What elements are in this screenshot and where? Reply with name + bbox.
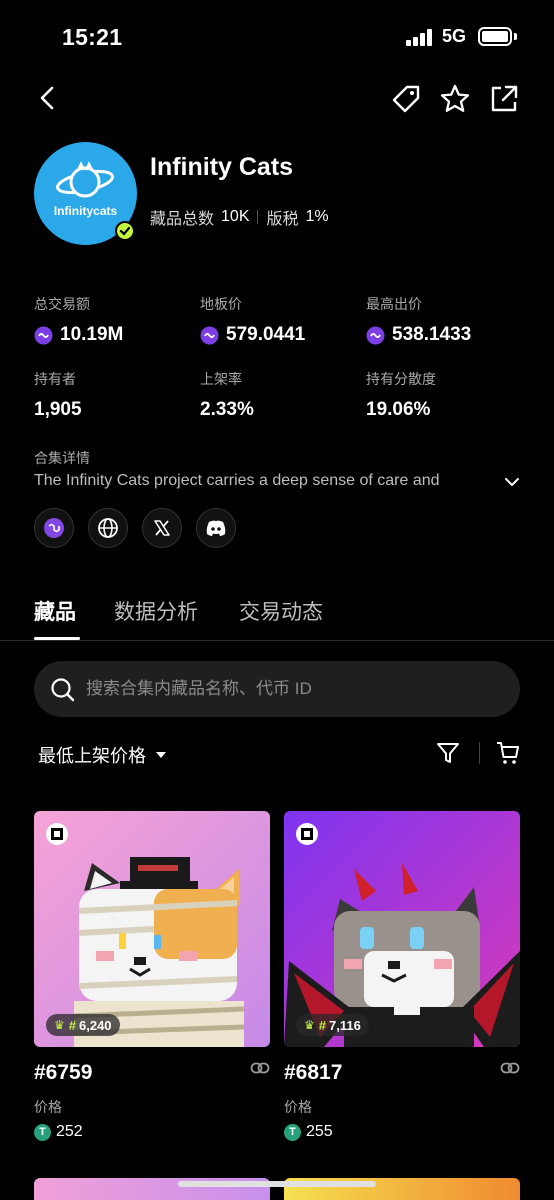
network-type: 5G (442, 26, 467, 46)
nft-image: ♛ #7,116 (284, 811, 520, 1047)
description-fade (440, 470, 490, 494)
stat-value: 538.1433 (392, 324, 472, 345)
star-icon[interactable] (439, 83, 471, 115)
total-items-label: 藏品总数 (150, 211, 215, 228)
stat-label: 上架率 (200, 371, 242, 387)
stat-total-volume: 总交易额 10.19M (34, 294, 123, 346)
back-icon[interactable] (36, 84, 62, 112)
stat-value: 10.19M (60, 324, 124, 345)
stat-holder-distribution: 持有分散度 19.06% (366, 369, 436, 421)
collection-name: Infinity Cats (150, 153, 294, 181)
chain-badge-icon (296, 823, 318, 845)
stat-value: 1,905 (34, 399, 82, 420)
polygon-icon[interactable] (34, 508, 74, 548)
rank-hash: # (68, 1017, 76, 1033)
price-value: 255 (306, 1123, 333, 1140)
nft-title: #6817 (284, 1061, 343, 1084)
share-icon[interactable] (488, 83, 520, 115)
stat-value: 2.33% (200, 399, 254, 420)
home-indicator (178, 1181, 376, 1187)
nft-card[interactable]: ♛ #7,116 #6817 价格 T 255 (284, 811, 520, 1141)
chevron-down-icon[interactable] (503, 474, 521, 490)
avatar-logo-text: Infinitycats (53, 204, 118, 218)
usdt-icon: T (284, 1123, 301, 1141)
crown-icon: ♛ (54, 1018, 65, 1032)
globe-icon[interactable] (88, 508, 128, 548)
caret-down-icon (156, 752, 166, 758)
royalty-value: 1% (305, 208, 329, 225)
filter-icon[interactable] (436, 741, 460, 765)
stat-value: 19.06% (366, 399, 431, 420)
details-label: 合集详情 (34, 450, 90, 466)
stat-value: 579.0441 (226, 324, 306, 345)
collection-meta: 藏品总数 10K 版税 1% (150, 205, 329, 229)
price-row: T 252 (34, 1123, 270, 1141)
signal-icon (406, 29, 434, 46)
discord-icon[interactable] (196, 508, 236, 548)
price-label: 价格 (284, 1099, 312, 1115)
collection-description: The Infinity Cats project carries a deep… (34, 472, 440, 489)
tab-divider (0, 640, 554, 641)
link-icon[interactable] (250, 1061, 270, 1080)
rank-hash: # (318, 1017, 326, 1033)
nft-image: ♛ #6,240 (34, 811, 270, 1047)
stat-label: 持有分散度 (366, 371, 436, 387)
toolbar-divider (479, 742, 480, 764)
battery-icon (478, 27, 512, 46)
tab-activity[interactable]: 交易动态 (239, 596, 323, 626)
coin-icon (34, 326, 53, 345)
stat-holders: 持有者 1,905 (34, 369, 82, 421)
sort-dropdown[interactable]: 最低上架价格 (38, 742, 166, 768)
rarity-rank-badge: ♛ #6,240 (46, 1014, 120, 1036)
price-row: T 255 (284, 1123, 520, 1141)
royalty-label: 版税 (266, 211, 299, 228)
x-icon[interactable] (142, 508, 182, 548)
rarity-rank-badge: ♛ #7,116 (296, 1014, 369, 1036)
price-value: 252 (56, 1123, 83, 1140)
tag-icon[interactable] (390, 83, 422, 115)
rarity-rank: 6,240 (79, 1017, 112, 1033)
sort-label: 最低上架价格 (38, 746, 146, 766)
chain-badge-icon (46, 823, 68, 845)
stat-label: 最高出价 (366, 296, 422, 312)
search-icon (50, 677, 76, 703)
total-items-value: 10K (221, 208, 250, 225)
verified-icon (114, 220, 136, 242)
battery-cap (514, 33, 517, 40)
search-input[interactable] (86, 661, 506, 717)
rarity-rank: 7,116 (329, 1017, 361, 1033)
stat-label: 地板价 (200, 296, 242, 312)
usdt-icon: T (34, 1123, 51, 1141)
tab-analytics[interactable]: 数据分析 (114, 596, 198, 626)
crown-icon: ♛ (304, 1018, 315, 1032)
stat-top-bid: 最高出价 538.1433 (366, 294, 471, 346)
stat-listed-rate: 上架率 2.33% (200, 369, 254, 421)
nft-card[interactable]: ♛ #6,240 #6759 价格 T 252 (34, 811, 270, 1141)
stat-label: 持有者 (34, 371, 76, 387)
coin-icon (366, 326, 385, 345)
cart-icon[interactable] (495, 740, 521, 766)
collection-avatar: Infinitycats (34, 142, 137, 245)
status-bar: 15:21 5G (0, 0, 554, 72)
nft-title: #6759 (34, 1061, 93, 1084)
meta-divider (257, 210, 259, 224)
stat-floor-price: 地板价 579.0441 (200, 294, 305, 346)
stat-label: 总交易额 (34, 296, 90, 312)
status-time: 15:21 (62, 24, 123, 50)
coin-icon (200, 326, 219, 345)
search-bar[interactable] (34, 661, 520, 717)
price-label: 价格 (34, 1099, 62, 1115)
tab-collectibles[interactable]: 藏品 (34, 596, 76, 626)
link-icon[interactable] (500, 1061, 520, 1080)
